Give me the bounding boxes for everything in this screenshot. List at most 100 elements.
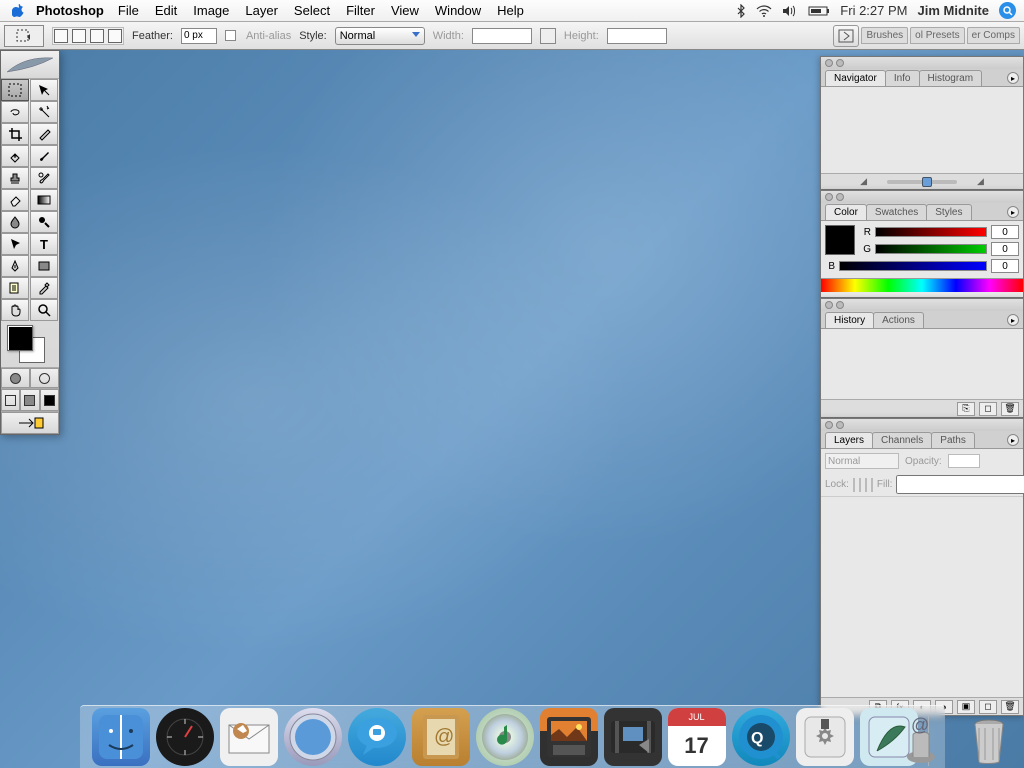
dock-dashboard[interactable] [156,708,214,766]
feather-input[interactable] [181,28,217,44]
tool-gradient[interactable] [30,189,58,211]
panel-titlebar[interactable] [821,57,1023,69]
panel-titlebar[interactable] [821,299,1023,311]
tab-swatches[interactable]: Swatches [866,204,927,220]
tool-marquee[interactable] [1,79,29,101]
tool-hand[interactable] [1,299,29,321]
zoom-in-icon[interactable]: ◢ [977,176,984,187]
tool-notes[interactable] [1,277,29,299]
color-panel-swatch[interactable] [825,225,855,255]
tool-pen[interactable] [1,255,29,277]
dock-finder[interactable] [92,708,150,766]
screen-full[interactable] [40,389,59,411]
menu-image[interactable]: Image [193,3,229,18]
menu-select[interactable]: Select [294,3,330,18]
screen-full-menubar[interactable] [20,389,39,411]
menu-help[interactable]: Help [497,3,524,18]
tab-info[interactable]: Info [885,70,920,86]
tab-layers[interactable]: Layers [825,432,873,448]
lock-transparency-icon[interactable] [853,478,855,492]
lock-image-icon[interactable] [859,478,861,492]
selection-add[interactable] [72,29,86,43]
screen-standard[interactable] [1,389,20,411]
tool-move[interactable] [30,79,58,101]
channel-g-input[interactable] [991,242,1019,256]
blend-mode-select[interactable]: Normal [825,453,899,469]
dock-safari[interactable] [284,708,342,766]
tab-paths[interactable]: Paths [931,432,975,448]
clock[interactable]: Fri 2:27 PM [840,3,907,18]
tool-dodge[interactable] [30,211,58,233]
tool-zoom[interactable] [30,299,58,321]
color-spectrum[interactable] [821,278,1023,292]
well-tab-brushes[interactable]: Brushes [861,27,908,44]
channel-r-slider[interactable] [875,227,987,237]
tab-styles[interactable]: Styles [926,204,971,220]
dock-site[interactable]: @ [896,716,946,766]
dock-trash[interactable] [964,716,1014,766]
dock-iphoto[interactable] [540,708,598,766]
style-select[interactable]: Normal [335,27,425,45]
foreground-color-swatch[interactable] [7,325,33,351]
tool-path-select[interactable] [1,233,29,255]
channel-b-slider[interactable] [839,261,987,271]
tool-slice[interactable] [30,123,58,145]
height-input[interactable] [607,28,667,44]
zoom-slider[interactable] [887,180,957,184]
wifi-icon[interactable] [756,5,772,17]
lock-position-icon[interactable] [865,478,867,492]
toolbox-header[interactable] [1,51,59,79]
tool-preset-picker[interactable] [4,25,44,47]
zoom-out-icon[interactable]: ◢ [860,176,867,187]
tab-histogram[interactable]: Histogram [919,70,983,86]
dock-imovie[interactable] [604,708,662,766]
mode-quickmask[interactable] [30,368,59,388]
dock-address-book[interactable]: @ [412,708,470,766]
dock-ical[interactable]: JUL 17 [668,708,726,766]
dock-system-prefs[interactable] [796,708,854,766]
tool-eraser[interactable] [1,189,29,211]
tool-shape[interactable] [30,255,58,277]
volume-icon[interactable] [782,5,798,17]
tool-stamp[interactable] [1,167,29,189]
panel-titlebar[interactable] [821,419,1023,431]
lock-all-icon[interactable] [871,478,873,492]
dock-mail[interactable] [220,708,278,766]
tab-color[interactable]: Color [825,204,867,220]
tool-heal[interactable] [1,145,29,167]
tool-brush[interactable] [30,145,58,167]
well-tab-presets[interactable]: ol Presets [910,27,964,44]
tool-lasso[interactable] [1,101,29,123]
app-menu[interactable]: Photoshop [36,3,104,18]
opacity-input[interactable] [948,454,980,468]
menu-file[interactable]: File [118,3,139,18]
navigator-preview[interactable] [821,87,1023,173]
palette-well-toggle[interactable] [833,25,859,47]
tool-crop[interactable] [1,123,29,145]
fill-input[interactable] [896,475,1024,494]
tool-eyedropper[interactable] [30,277,58,299]
dock-itunes[interactable] [476,708,534,766]
trash-icon[interactable]: 🗑 [1001,402,1019,416]
history-list[interactable] [821,329,1023,399]
user-menu[interactable]: Jim Midnite [917,3,989,18]
channel-r-input[interactable] [991,225,1019,239]
selection-new[interactable] [54,29,68,43]
menu-layer[interactable]: Layer [245,3,278,18]
tab-history[interactable]: History [825,312,874,328]
mode-standard[interactable] [1,368,30,388]
swap-dimensions[interactable] [540,28,556,44]
selection-intersect[interactable] [108,29,122,43]
well-tab-comps[interactable]: er Comps [967,27,1020,44]
channel-b-input[interactable] [991,259,1019,273]
tab-actions[interactable]: Actions [873,312,924,328]
tool-history-brush[interactable] [30,167,58,189]
channel-g-slider[interactable] [875,244,987,254]
spotlight-icon[interactable] [999,2,1016,19]
antialias-checkbox[interactable] [225,30,236,41]
battery-icon[interactable] [808,5,830,17]
tool-blur[interactable] [1,211,29,233]
menu-filter[interactable]: Filter [346,3,375,18]
new-doc-from-state-icon[interactable]: ⎘ [957,402,975,416]
bluetooth-icon[interactable] [736,4,746,18]
